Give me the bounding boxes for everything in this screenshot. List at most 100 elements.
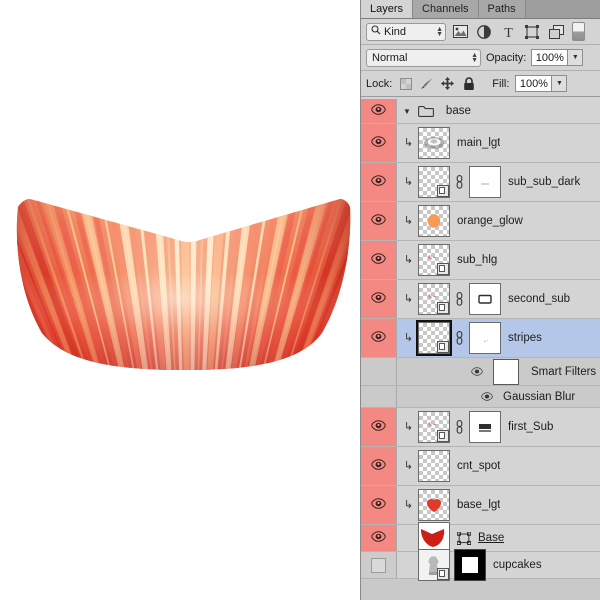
blend-mode-select[interactable]: Normal ▲ ▼: [366, 48, 481, 67]
layer-row[interactable]: ↳ stripes: [361, 319, 600, 358]
filter-enable-toggle[interactable]: [572, 22, 585, 41]
layer-mask-thumbnail[interactable]: [469, 411, 501, 443]
eye-glyph-svg: [371, 531, 386, 542]
fill-input[interactable]: 100%: [515, 75, 553, 92]
eye-icon: [371, 136, 386, 150]
layer-visibility-toggle[interactable]: [361, 99, 397, 123]
layer-mask-thumbnail[interactable]: [469, 283, 501, 315]
smart-object-badge-icon: [437, 430, 449, 442]
layer-name: orange_glow: [457, 215, 523, 227]
layer-visibility-toggle[interactable]: [361, 202, 397, 240]
layer-row[interactable]: ↳ base_lgt: [361, 486, 600, 525]
adjustment-filter-icon[interactable]: [474, 22, 494, 42]
fill-control[interactable]: 100% ▼: [515, 75, 568, 92]
filter-kind-select[interactable]: Kind ▲ ▼: [366, 22, 446, 41]
smart-filters-row[interactable]: Smart Filters: [361, 358, 600, 386]
tab-paths[interactable]: Paths: [478, 0, 526, 18]
eye-icon: [371, 420, 386, 434]
eye-glyph-svg: [371, 331, 386, 342]
layer-row[interactable]: ↳ orange_glow: [361, 202, 600, 241]
layer-row[interactable]: ↳ sub_sub_dark: [361, 163, 600, 202]
layer-visibility-toggle[interactable]: [361, 163, 397, 201]
lock-image-pixels-icon[interactable]: [419, 76, 434, 92]
smart-filter-mask-thumbnail[interactable]: [493, 358, 519, 385]
group-disclosure-triangle-icon[interactable]: ▼: [403, 107, 411, 116]
layer-visibility-toggle[interactable]: [361, 124, 397, 162]
clipping-mask-arrow-icon: ↳: [403, 292, 414, 305]
layer-thumbnail[interactable]: [418, 283, 450, 315]
layer-thumbnail[interactable]: [418, 244, 450, 276]
layer-visibility-toggle[interactable]: [361, 319, 397, 357]
layer-row[interactable]: ↳ main_lgt: [361, 124, 600, 163]
smart-object-badge-icon: [437, 341, 449, 353]
layer-mask-thumbnail[interactable]: [469, 166, 501, 198]
layer-row[interactable]: ↳ cnt_spot: [361, 447, 600, 486]
svg-text:T: T: [504, 26, 513, 39]
fill-dropdown-icon[interactable]: ▼: [552, 75, 568, 92]
tab-layers[interactable]: Layers: [361, 0, 414, 18]
photoshop-layers-screenshot: Layers Channels Paths Kind ▲ ▼ T Normal …: [0, 0, 600, 600]
eye-icon: [371, 531, 386, 545]
opacity-control[interactable]: 100% ▼: [531, 49, 584, 66]
layer-visibility-toggle[interactable]: [361, 408, 397, 446]
tab-channels[interactable]: Channels: [413, 0, 479, 18]
mask-link-icon[interactable]: [454, 420, 465, 434]
layer-row[interactable]: ↳ first_Sub: [361, 408, 600, 447]
lock-transparent-pixels-icon[interactable]: [398, 76, 413, 92]
visibility-eye-icon[interactable]: [471, 367, 483, 376]
layer-thumbnail[interactable]: [418, 127, 450, 159]
layer-name: base_lgt: [457, 499, 501, 511]
canvas-area[interactable]: [0, 0, 360, 600]
type-filter-icon[interactable]: T: [498, 22, 518, 42]
layer-visibility-toggle[interactable]: [361, 280, 397, 318]
layer-name: cupcakes: [493, 559, 542, 571]
eye-glyph-svg: [371, 136, 386, 147]
layer-visibility-toggle[interactable]: [361, 447, 397, 485]
mask-link-icon[interactable]: [454, 292, 465, 306]
blend-mode-value: Normal: [372, 51, 408, 64]
layer-row[interactable]: cupcakes: [361, 549, 600, 581]
lock-position-icon[interactable]: [440, 76, 455, 92]
layer-thumbnail[interactable]: [418, 166, 450, 198]
lock-all-icon[interactable]: [461, 76, 476, 92]
blend-mode-row: Normal ▲ ▼ Opacity: 100% ▼: [361, 45, 600, 71]
layer-thumbnail[interactable]: [418, 489, 450, 521]
panel-tabbar: Layers Channels Paths: [361, 0, 600, 19]
eye-glyph-svg: [371, 420, 386, 431]
layer-row[interactable]: Base: [361, 522, 600, 554]
magnifier-icon: [371, 25, 381, 38]
eye-glyph-svg: [371, 214, 386, 225]
layer-thumbnail[interactable]: [418, 205, 450, 237]
eye-glyph-svg: [371, 498, 386, 509]
layer-thumbnail[interactable]: [418, 411, 450, 443]
clipping-mask-arrow-icon: ↳: [403, 136, 414, 149]
clipping-mask-arrow-icon: ↳: [403, 253, 414, 266]
layer-thumbnail[interactable]: [418, 549, 450, 581]
clipping-mask-arrow-icon: ↳: [403, 331, 414, 344]
layer-group-row[interactable]: ▼ base: [361, 99, 600, 124]
layer-visibility-toggle[interactable]: [361, 525, 397, 551]
layer-mask-thumbnail[interactable]: [469, 322, 501, 354]
shape-filter-icon[interactable]: [522, 22, 542, 42]
layer-visibility-toggle[interactable]: [361, 552, 397, 578]
opacity-dropdown-icon[interactable]: ▼: [568, 49, 584, 66]
mask-link-icon[interactable]: [454, 175, 465, 189]
chevron-updown-icon: ▲ ▼: [471, 51, 478, 64]
filter-effect-row[interactable]: Gaussian Blur: [361, 386, 600, 408]
smart-object-filter-icon[interactable]: [546, 22, 566, 42]
layer-visibility-toggle[interactable]: [361, 486, 397, 524]
layer-row[interactable]: ↳ second_sub: [361, 280, 600, 319]
filter-effect-label: Gaussian Blur: [503, 390, 576, 403]
smart-object-badge-icon: [437, 302, 449, 314]
visibility-eye-icon[interactable]: [481, 392, 493, 401]
vector-mask-icon[interactable]: [457, 531, 471, 545]
opacity-input[interactable]: 100%: [531, 49, 569, 66]
layer-visibility-toggle[interactable]: [361, 241, 397, 279]
image-filter-icon[interactable]: [450, 22, 470, 42]
layer-mask-thumbnail[interactable]: [454, 549, 486, 581]
layer-list[interactable]: ▼ base ↳ main_lgt ↳ sub_sub_dark ↳ orange_glow ↳…: [361, 99, 600, 600]
layer-row[interactable]: ↳ sub_hlg: [361, 241, 600, 280]
layer-thumbnail[interactable]: [416, 320, 452, 356]
mask-link-icon[interactable]: [454, 331, 465, 345]
layer-thumbnail[interactable]: [418, 450, 450, 482]
